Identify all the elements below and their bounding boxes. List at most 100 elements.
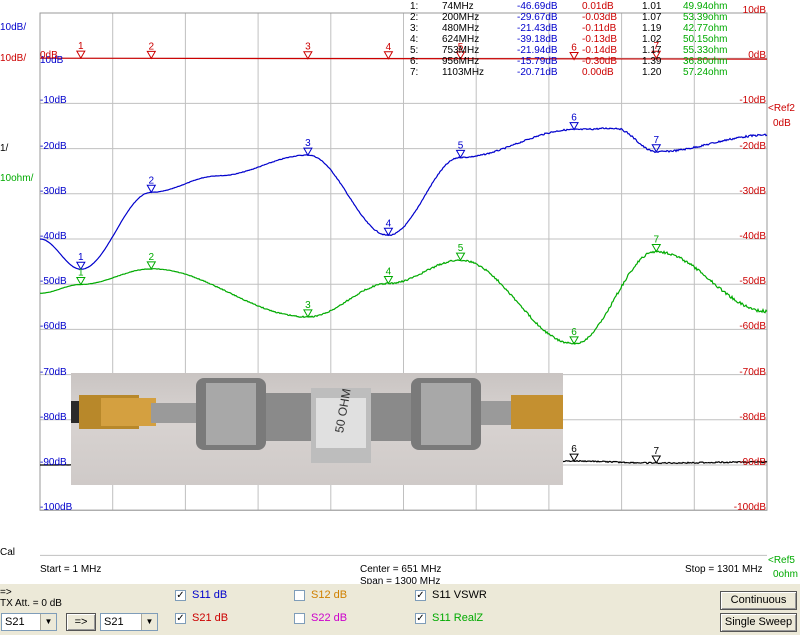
marker-row: 4: 624MHz -39.18dB -0.13dB 1.02 50.15ohm xyxy=(410,34,727,45)
s11realz-checkbox[interactable]: ✓ xyxy=(415,613,426,624)
left-axis-label: -10dB xyxy=(40,95,67,107)
marker-vswr: 1.07 xyxy=(642,12,662,23)
marker-number: 2 xyxy=(149,41,155,52)
s11-scale-label: 10dB/ xyxy=(0,22,27,33)
marker-number: 4 xyxy=(386,218,392,229)
marker-triangle xyxy=(455,149,466,159)
s11realz-label: S11 RealZ xyxy=(432,612,484,624)
marker-s11: -46.69dB xyxy=(517,1,558,12)
marker-number: 6 xyxy=(571,113,577,124)
marker-freq: 480MHz xyxy=(442,23,480,34)
marker-s11: -20.71dB xyxy=(517,67,558,78)
right-axis-label: 10dB xyxy=(742,5,766,16)
ref-top-value: 0dB xyxy=(773,118,791,129)
marker-freq: 956MHz xyxy=(442,56,480,67)
marker-z: 42.77ohm xyxy=(683,23,728,34)
chevron-down-icon: ▼ xyxy=(40,614,56,630)
marker-n: 4: xyxy=(410,34,419,45)
right-axis-label: 0dB xyxy=(748,50,766,62)
marker-vswr: 1.39 xyxy=(642,56,662,67)
s11vswr-label: S11 VSWR xyxy=(432,589,487,601)
trace-select-left[interactable]: S21 ▼ xyxy=(1,613,57,631)
marker-s21: -0.13dB xyxy=(582,34,618,45)
ref-bottom-value: 0ohm xyxy=(773,569,799,580)
left-axis-label: -80dB xyxy=(40,411,67,423)
s12db-checkbox[interactable] xyxy=(294,590,305,601)
left-axis-label: 0dB xyxy=(40,50,58,62)
marker-n: 2: xyxy=(410,12,419,23)
marker-number: 1 xyxy=(78,252,84,263)
marker-row: 1: 74MHz -46.69dB 0.01dB 1.01 49.94ohm xyxy=(410,1,727,12)
right-axis-label: -20dB xyxy=(739,140,766,152)
marker-s11: -29.67dB xyxy=(517,12,558,23)
left-axis-label: -40dB xyxy=(40,231,67,242)
ref-bottom-marker: <Ref5 xyxy=(768,555,795,566)
tx-att-label: TX Att. = 0 dB xyxy=(0,598,62,609)
right-axis-label: -30dB xyxy=(739,185,766,197)
marker-s21: -0.03dB xyxy=(582,12,618,23)
s21db-checkbox[interactable]: ✓ xyxy=(175,613,186,624)
single-sweep-button[interactable]: Single Sweep xyxy=(720,613,797,632)
marker-number: 1 xyxy=(78,41,84,52)
marker-s11: -21.43dB xyxy=(517,23,558,34)
marker-z: 36.80ohm xyxy=(683,56,728,67)
marker-s21: -0.14dB xyxy=(582,45,618,56)
marker-vswr: 1.19 xyxy=(642,23,662,34)
sweep-stop: Stop = 1301 MHz xyxy=(685,564,763,575)
marker-z: 50.15ohm xyxy=(683,34,728,45)
marker-number: 6 xyxy=(571,327,577,338)
marker-number: 6 xyxy=(571,444,577,455)
marker-n: 3: xyxy=(410,23,419,34)
marker-triangle xyxy=(383,227,394,237)
s22db-checkbox[interactable] xyxy=(294,613,305,624)
marker-s11: -15.79dB xyxy=(517,56,558,67)
marker-number: 4 xyxy=(386,42,392,53)
cal-label: Cal xyxy=(0,547,16,558)
left-axis-label: -60dB xyxy=(40,321,67,333)
marker-triangle xyxy=(146,184,157,194)
s12db-label: S12 dB xyxy=(311,589,348,601)
marker-vswr: 1.20 xyxy=(642,67,662,78)
marker-freq: 753MHz xyxy=(442,45,480,56)
left-axis-label: -30dB xyxy=(40,185,67,197)
marker-number: 4 xyxy=(386,267,392,278)
copy-arrow-button[interactable]: => xyxy=(66,613,96,631)
marker-n: 1: xyxy=(410,1,419,12)
left-axis-label: -90dB xyxy=(40,457,67,468)
marker-s11: -21.94dB xyxy=(517,45,558,56)
marker-row: 5: 753MHz -21.94dB -0.14dB 1.17 55.33ohm xyxy=(410,45,727,56)
s21-scale-label: 10dB/ xyxy=(0,53,27,64)
marker-triangle xyxy=(303,51,313,60)
marker-n: 5: xyxy=(410,45,419,56)
s11db-checkbox[interactable]: ✓ xyxy=(175,590,186,601)
marker-triangle xyxy=(75,276,86,286)
arrow-label: => xyxy=(0,587,12,598)
left-axis-label: -20dB xyxy=(40,140,67,152)
continuous-button[interactable]: Continuous xyxy=(720,591,797,610)
s11vswr-checkbox[interactable]: ✓ xyxy=(415,590,426,601)
marker-triangle xyxy=(455,252,466,262)
trace-select-right[interactable]: S21 ▼ xyxy=(100,613,158,631)
sweep-center: Center = 651 MHz xyxy=(360,564,442,575)
marker-freq: 74MHz xyxy=(442,1,474,12)
marker-triangle xyxy=(303,147,313,157)
s11db-label: S11 dB xyxy=(192,589,228,601)
marker-s21: -0.11dB xyxy=(582,23,617,34)
right-axis-label: -90dB xyxy=(739,457,766,468)
right-axis-label: -70dB xyxy=(739,366,766,378)
marker-number: 3 xyxy=(305,42,311,53)
marker-s21: -0.30dB xyxy=(582,56,618,67)
marker-vswr: 1.02 xyxy=(642,34,662,45)
left-axis-label: -70dB xyxy=(40,366,67,378)
marker-s21: 0.01dB xyxy=(582,1,614,12)
marker-number: 2 xyxy=(149,175,155,186)
marker-s11: -39.18dB xyxy=(517,34,558,45)
connector-photo: 50 OHM xyxy=(71,373,563,485)
marker-z: 49.94ohm xyxy=(683,1,728,12)
marker-freq: 1103MHz xyxy=(442,67,485,78)
ref-top-marker: <Ref2 xyxy=(768,103,795,114)
realz-scale-label: 10ohm/ xyxy=(0,173,34,184)
sweep-start: Start = 1 MHz xyxy=(40,564,102,575)
marker-triangle xyxy=(75,50,86,60)
marker-triangle xyxy=(146,50,157,60)
